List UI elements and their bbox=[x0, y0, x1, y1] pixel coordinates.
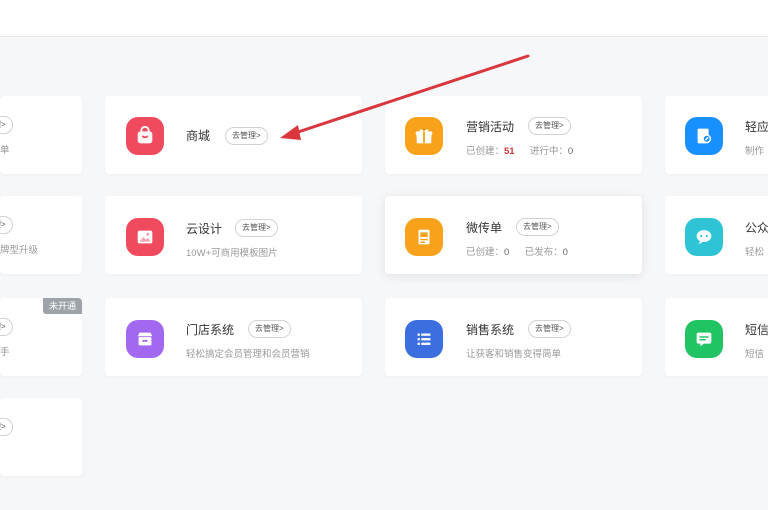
card-title: 微传单 bbox=[466, 221, 503, 235]
card-mall[interactable]: 商城 去管理> bbox=[105, 96, 362, 174]
document-edit-icon bbox=[685, 117, 723, 155]
card-official-account[interactable]: 公众 轻松 bbox=[665, 196, 768, 274]
manage-button[interactable]: 去管理> bbox=[235, 219, 278, 237]
card-description: 让获客和销售变得简单 bbox=[466, 349, 562, 360]
message-icon bbox=[685, 320, 723, 358]
created-count: 0 bbox=[504, 247, 510, 258]
card-title: 公众 bbox=[745, 221, 768, 235]
card-title: 销售系统 bbox=[466, 323, 515, 337]
list-icon bbox=[405, 320, 443, 358]
top-bar bbox=[0, 0, 768, 37]
gift-icon bbox=[405, 117, 443, 155]
card-description: 制作 bbox=[745, 146, 765, 157]
created-label: 已创建： bbox=[466, 247, 505, 258]
manage-button[interactable]: 去管理> bbox=[0, 318, 13, 336]
not-activated-badge: 未开通 bbox=[42, 298, 82, 314]
manage-button[interactable]: 去管理> bbox=[516, 218, 559, 236]
manage-button[interactable]: 去管理> bbox=[528, 320, 571, 338]
manage-button[interactable]: 去管理> bbox=[0, 216, 13, 234]
card-sms[interactable]: 短信 短信 bbox=[665, 298, 768, 376]
card-description: 轻松搞定会员管理和会员营销 bbox=[186, 349, 310, 360]
card-micro-flyer[interactable]: 微传单 去管理> 已创建：0 已发布：0 bbox=[385, 196, 642, 274]
card-title: 云设计 bbox=[186, 222, 223, 236]
card-light-app[interactable]: 轻应 制作 bbox=[665, 96, 768, 174]
card-title: 门店系统 bbox=[186, 323, 235, 337]
card-left-row4[interactable]: 去管理> bbox=[0, 398, 82, 476]
manage-button[interactable]: 去管理> bbox=[248, 320, 291, 338]
card-stats: 已创建：51 进行中：0 bbox=[466, 143, 573, 157]
published-count: 0 bbox=[562, 247, 568, 258]
card-title: 短信 bbox=[745, 323, 768, 337]
store-icon bbox=[126, 320, 164, 358]
card-description: 单 bbox=[0, 145, 10, 156]
card-description: 10W+可商用模板图片 bbox=[186, 248, 278, 259]
flyer-icon bbox=[405, 218, 443, 256]
card-description: 牌型升级 bbox=[0, 245, 39, 256]
card-description: 短信 bbox=[745, 349, 765, 360]
card-marketing[interactable]: 营销活动 去管理> 已创建：51 进行中：0 bbox=[385, 96, 642, 174]
card-title: 商城 bbox=[186, 129, 211, 143]
ongoing-count: 0 bbox=[567, 146, 574, 157]
manage-button[interactable]: 去管理> bbox=[0, 418, 13, 436]
published-label: 已发布： bbox=[524, 247, 563, 258]
manage-button[interactable]: 去管理> bbox=[0, 116, 13, 134]
ongoing-label: 进行中： bbox=[529, 146, 568, 157]
created-count: 51 bbox=[504, 146, 515, 157]
image-icon bbox=[126, 218, 164, 256]
card-description: 轻松 bbox=[745, 247, 765, 258]
card-stats: 已创建：0 已发布：0 bbox=[466, 244, 568, 258]
card-sales-system[interactable]: 销售系统 去管理> 让获客和销售变得简单 bbox=[385, 298, 642, 376]
card-description: 手 bbox=[0, 347, 10, 358]
card-left-row1[interactable]: 去管理> 单 bbox=[0, 96, 82, 174]
card-left-row3[interactable]: 未开通 去管理> 手 bbox=[0, 298, 82, 376]
created-label: 已创建： bbox=[466, 146, 505, 157]
card-title: 轻应 bbox=[745, 120, 768, 134]
card-title: 营销活动 bbox=[466, 120, 515, 134]
card-cloud-design[interactable]: 云设计 去管理> 10W+可商用模板图片 bbox=[105, 196, 362, 274]
manage-button[interactable]: 去管理> bbox=[528, 117, 571, 135]
manage-button[interactable]: 去管理> bbox=[225, 127, 268, 145]
shopping-bag-icon bbox=[126, 117, 164, 155]
card-store-system[interactable]: 门店系统 去管理> 轻松搞定会员管理和会员营销 bbox=[105, 298, 362, 376]
card-left-row2[interactable]: 去管理> 牌型升级 bbox=[0, 196, 82, 274]
chat-bubble-icon bbox=[685, 218, 723, 256]
